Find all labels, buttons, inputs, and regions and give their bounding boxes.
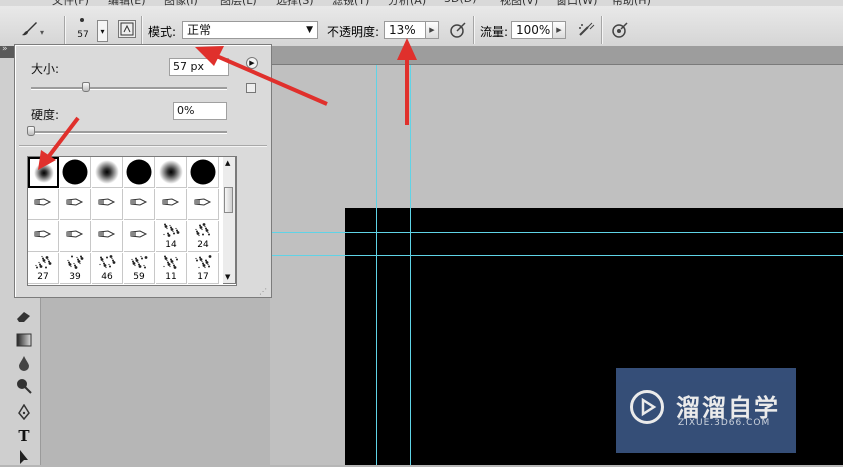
watermark-subtitle: ZIXUE.3D66.COM [678,418,771,428]
annotation-arrow-mode [211,52,328,106]
annotation-arrowhead-opacity [397,38,417,60]
watermark: 溜溜自学 ZIXUE.3D66.COM [616,368,796,453]
annotation-arrow-brush [44,116,80,162]
play-logo-icon [630,390,664,424]
